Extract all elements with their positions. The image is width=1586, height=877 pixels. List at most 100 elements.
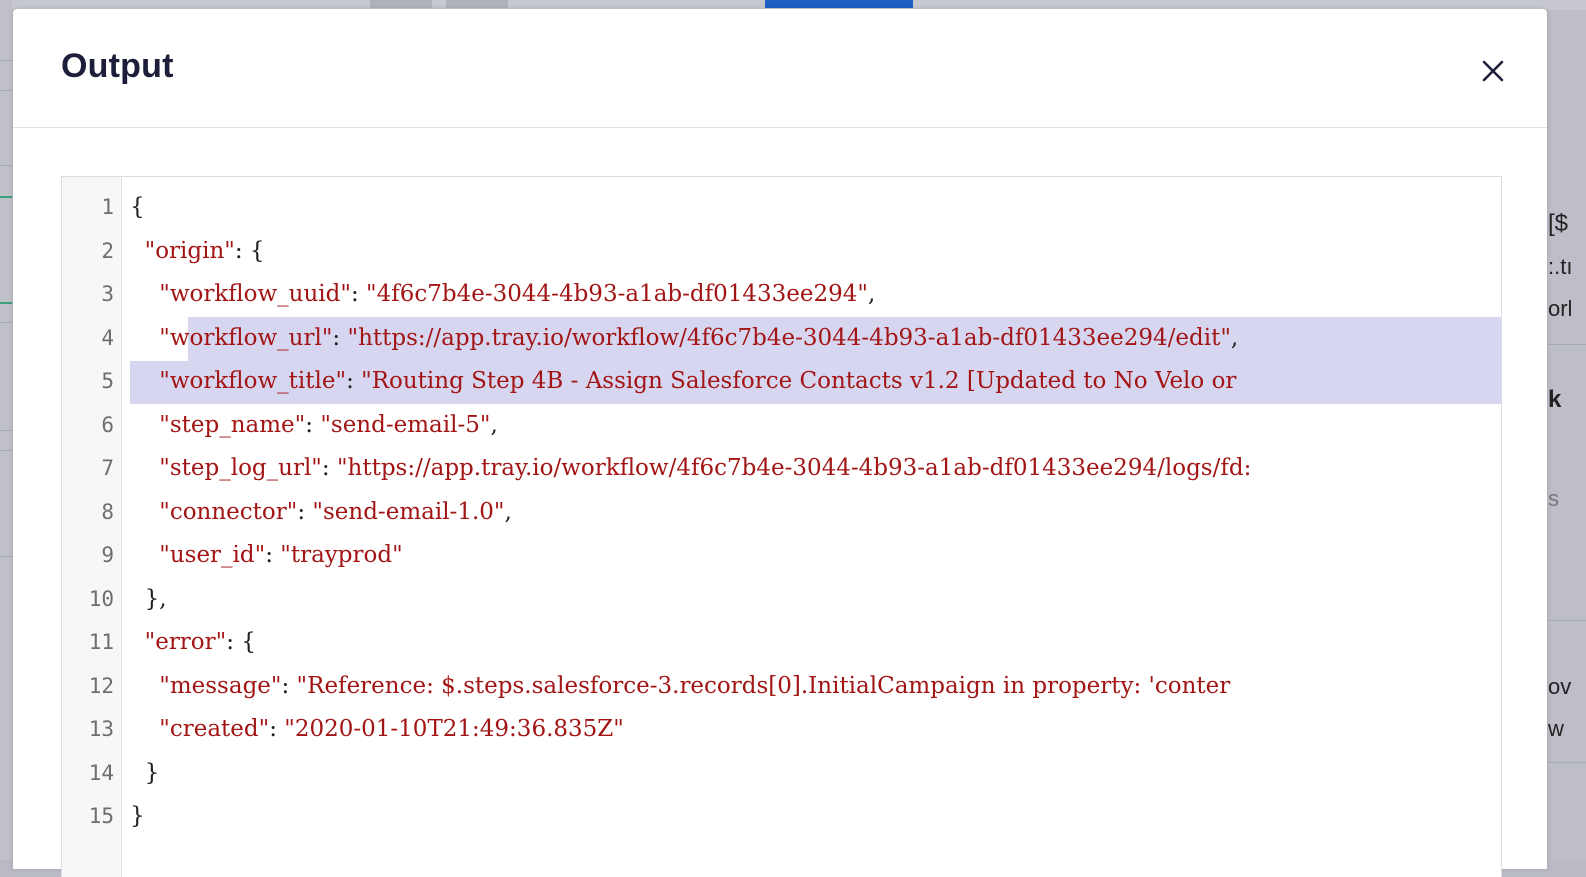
code-text: "connector": "send-email-1.0", <box>130 491 512 535</box>
code-text: "step_log_url": "https://app.tray.io/wor… <box>130 447 1251 491</box>
code-text: "workflow_uuid": "4f6c7b4e-3044-4b93-a1a… <box>130 273 875 317</box>
code-line: 9 "user_id": "trayprod" <box>62 534 1501 578</box>
line-number: 9 <box>101 543 114 567</box>
status-line <box>0 196 12 198</box>
divider <box>0 430 12 431</box>
divider <box>0 450 12 451</box>
json-punctuation: } <box>130 803 145 829</box>
divider <box>0 322 12 323</box>
code-line: 12 "message": "Reference: $.steps.salesf… <box>62 665 1501 709</box>
json-punctuation: , <box>490 411 498 438</box>
code-text: "created": "2020-01-10T21:49:36.835Z" <box>130 708 624 752</box>
json-key: "workflow_title" <box>159 368 347 394</box>
json-string-value: "https://app.tray.io/workflow/4f6c7b4e-3… <box>336 455 1252 481</box>
line-number: 10 <box>88 586 114 611</box>
line-number: 1 <box>101 195 114 219</box>
json-string-value: "send-email-1.0" <box>312 498 505 525</box>
json-punctuation: , <box>1230 324 1239 351</box>
code-line: 4 "workflow_url": "https://app.tray.io/w… <box>62 317 1501 361</box>
line-number: 2 <box>101 238 114 263</box>
code-text: "workflow_title": "Routing Step 4B - Ass… <box>130 360 1236 404</box>
modal-header: Output <box>13 9 1547 128</box>
json-string-value: "Reference: $.steps.salesforce-3.records… <box>296 672 1231 699</box>
divider <box>0 90 12 91</box>
json-key: "workflow_uuid" <box>159 281 351 307</box>
line-number: 7 <box>101 456 114 480</box>
background-left-panel <box>0 0 12 860</box>
code-line: 10 }, <box>62 578 1501 622</box>
background-text: w <box>1548 716 1564 741</box>
json-key: "created" <box>159 716 270 742</box>
json-key: "step_log_url" <box>159 455 322 481</box>
line-number: 4 <box>101 325 114 350</box>
line-number: 6 <box>101 412 114 437</box>
line-number: 3 <box>101 282 114 306</box>
json-punctuation: } <box>144 759 160 786</box>
json-punctuation: { <box>130 194 145 220</box>
code-line: 11 "error": { <box>62 621 1501 665</box>
json-string-value: "4f6c7b4e-3044-4b93-a1ab-df01433ee294" <box>366 281 868 307</box>
line-number: 8 <box>101 499 114 524</box>
status-line <box>0 302 12 304</box>
background-text: s <box>1548 486 1559 511</box>
code-text: "origin": { <box>130 230 265 274</box>
code-text: "workflow_url": "https://app.tray.io/wor… <box>130 317 1238 361</box>
line-number: 11 <box>88 630 114 654</box>
json-string-value: "send-email-5" <box>320 411 491 438</box>
json-punctuation: : <box>305 411 321 438</box>
close-icon <box>1482 60 1504 82</box>
background-text: ov <box>1548 674 1572 699</box>
code-text: } <box>130 752 160 796</box>
code-text: } <box>130 795 145 839</box>
line-number: 5 <box>101 369 114 393</box>
divider <box>1548 762 1586 763</box>
json-punctuation: }, <box>144 585 167 612</box>
code-line: 2 "origin": { <box>62 230 1501 274</box>
code-line: 8 "connector": "send-email-1.0", <box>62 491 1501 535</box>
divider <box>0 556 12 557</box>
json-punctuation: : <box>350 281 367 307</box>
json-punctuation: : <box>281 672 297 699</box>
code-line: 6 "step_name": "send-email-5", <box>62 404 1501 448</box>
json-punctuation: : <box>269 716 285 742</box>
line-number: 12 <box>88 673 114 698</box>
code-text: "message": "Reference: $.steps.salesforc… <box>130 665 1230 709</box>
code-line: 7 "step_log_url": "https://app.tray.io/w… <box>62 447 1501 491</box>
background-text: k <box>1548 386 1562 413</box>
json-punctuation: : <box>332 324 348 351</box>
code-line: 1{ <box>62 186 1501 230</box>
background-active-tab <box>765 0 913 8</box>
json-punctuation: : <box>321 455 337 481</box>
json-string-value: "https://app.tray.io/workflow/4f6c7b4e-3… <box>347 324 1231 351</box>
background-tab <box>370 0 432 8</box>
json-punctuation: : <box>265 542 281 568</box>
json-punctuation: : <box>297 498 313 525</box>
background-text: :.tı <box>1548 254 1573 279</box>
code-line: 3 "workflow_uuid": "4f6c7b4e-3044-4b93-a… <box>62 273 1501 317</box>
json-key: "step_name" <box>159 411 306 438</box>
json-key: "origin" <box>144 237 235 264</box>
json-key: "error" <box>144 629 227 655</box>
code-text: "user_id": "trayprod" <box>130 534 403 578</box>
json-string-value: "trayprod" <box>280 542 403 568</box>
divider <box>1548 620 1586 621</box>
json-punctuation: : <box>346 368 362 394</box>
close-button[interactable] <box>1475 53 1511 89</box>
code-line: 15} <box>62 795 1501 839</box>
line-number: 14 <box>88 760 114 785</box>
code-text: }, <box>130 578 167 622</box>
line-number: 15 <box>88 804 114 828</box>
divider <box>0 165 12 166</box>
background-text: [$ <box>1548 210 1569 237</box>
json-code-editor[interactable]: 1{2 "origin": {3 "workflow_uuid": "4f6c7… <box>61 176 1502 877</box>
